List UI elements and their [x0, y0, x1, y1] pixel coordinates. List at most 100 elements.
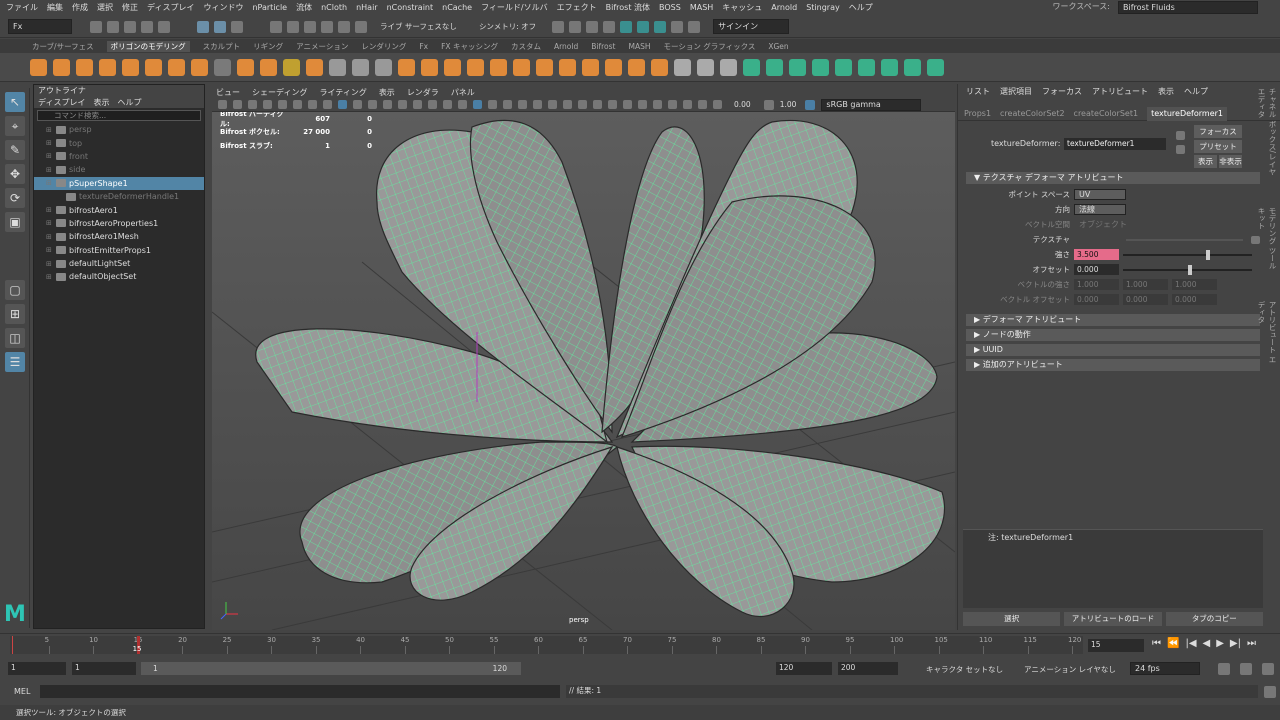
shelf-tab[interactable]: Fx [419, 42, 428, 51]
menu-item[interactable]: 修正 [122, 2, 138, 13]
attribute-editor-menu-item[interactable]: フォーカス [1042, 86, 1082, 97]
outliner-item[interactable]: ⊞ top [34, 136, 204, 149]
snap-surface-icon[interactable] [338, 20, 350, 33]
shelf-tool-icon[interactable] [260, 58, 277, 76]
side-tab[interactable]: チャネル ボックス/レイヤ エディタ [1257, 88, 1278, 177]
menu-item[interactable]: ヘルプ [849, 2, 873, 13]
texture-map-icon[interactable] [1251, 235, 1260, 244]
attribute-section[interactable]: ▶ 追加のアトリビュート [966, 359, 1260, 371]
focus-button[interactable]: フォーカス [1194, 125, 1242, 138]
expand-icon[interactable]: ⊞ [46, 166, 54, 174]
notes-panel[interactable]: 注: textureDeformer1 [963, 529, 1263, 608]
character-set-dropdown[interactable]: キャラクタ セットなし [926, 664, 1003, 675]
viewport-tool-icon[interactable] [413, 100, 422, 109]
new-scene-icon[interactable] [90, 20, 102, 33]
shelf-tab[interactable]: Bifrost [591, 42, 615, 51]
menu-item[interactable]: MASH [690, 3, 713, 12]
shelf-tool-icon[interactable] [858, 58, 875, 76]
start-time-field[interactable]: 1 [8, 662, 66, 675]
shelf-tool-icon[interactable] [398, 58, 415, 76]
preset-button[interactable]: プリセット [1194, 140, 1242, 153]
layout-four-icon[interactable]: ⊞ [5, 304, 25, 324]
render-view-icon[interactable] [552, 20, 565, 33]
pause-icon[interactable] [671, 20, 684, 33]
load-attributes-button[interactable]: アトリビュートのロード [1064, 612, 1162, 626]
outliner-item[interactable]: ⊞ front [34, 150, 204, 163]
preset-node-icon[interactable] [1176, 145, 1185, 154]
expand-icon[interactable]: ⊞ [46, 126, 54, 134]
undo-icon[interactable] [141, 20, 153, 33]
command-input[interactable] [40, 685, 560, 698]
shelf-tool-icon[interactable] [191, 58, 208, 76]
viewport-tool-icon[interactable] [218, 100, 227, 109]
offset-slider-knob[interactable] [1187, 264, 1192, 275]
shelf-tool-icon[interactable] [375, 58, 392, 76]
node-tab[interactable]: createColorSet1 [1074, 109, 1139, 118]
shelf-tab[interactable]: レンダリング [361, 41, 406, 52]
render-frame-icon[interactable] [569, 20, 582, 33]
copy-tab-button[interactable]: タブのコピー [1165, 612, 1263, 626]
auto-key-icon[interactable] [1218, 663, 1230, 675]
arnold-ipr-icon[interactable] [654, 20, 667, 33]
viewport-tool-icon[interactable] [518, 100, 527, 109]
node-tab[interactable]: Props1 [964, 109, 991, 118]
viewport-tool-icon[interactable] [458, 100, 467, 109]
play-forward-icon[interactable]: ▶ [1216, 638, 1224, 649]
outliner-search-input[interactable]: コマンド検索... [37, 110, 201, 121]
shelf-tab[interactable]: カーブ/サーフェス [32, 41, 94, 52]
exposure-value[interactable]: 0.00 [734, 100, 751, 109]
shelf-tab[interactable]: XGen [768, 42, 788, 51]
menu-item[interactable]: nCache [442, 3, 472, 12]
paint-select-icon[interactable]: ✎ [5, 140, 25, 160]
viewport-tool-icon[interactable] [608, 100, 617, 109]
viewport-tool-icon[interactable] [233, 100, 242, 109]
end-time-field[interactable]: 200 [838, 662, 898, 675]
attribute-editor-menu-item[interactable]: アトリビュート [1092, 86, 1148, 97]
color-management-icon[interactable] [805, 99, 816, 110]
gamma-value[interactable]: 1.00 [780, 100, 797, 109]
snap-view-icon[interactable] [321, 20, 333, 33]
shelf-tab[interactable]: アニメーション [296, 41, 348, 52]
point-space-dropdown[interactable]: UV [1074, 189, 1126, 200]
select-tool-icon[interactable]: ↖ [5, 92, 25, 112]
live-surface-label[interactable]: ライブ サーフェスなし [380, 21, 457, 32]
shelf-tool-icon[interactable] [582, 58, 599, 76]
hide-button[interactable]: 非表示 [1219, 155, 1242, 168]
menu-item[interactable]: 作成 [72, 2, 88, 13]
shelf-tab[interactable]: スカルプト [203, 41, 241, 52]
menu-item[interactable]: Arnold [771, 3, 797, 12]
playback-start-field[interactable]: 1 [72, 662, 136, 675]
viewport-tool-icon[interactable] [653, 100, 662, 109]
preferences-icon[interactable] [1262, 663, 1274, 675]
open-scene-icon[interactable] [107, 20, 119, 33]
menu-item[interactable]: 編集 [47, 2, 63, 13]
shelf-tool-icon[interactable] [766, 58, 783, 76]
menu-item[interactable]: フィールド/ソルバ [481, 2, 548, 13]
menu-item[interactable]: nParticle [252, 3, 287, 12]
viewport-tool-icon[interactable] [278, 100, 287, 109]
shelf-tool-icon[interactable] [651, 58, 668, 76]
viewport-tool-icon[interactable] [623, 100, 632, 109]
direction-dropdown[interactable]: 法線 [1074, 204, 1126, 215]
viewport-menu-item[interactable]: レンダラ [407, 87, 439, 98]
viewport-tool-icon[interactable] [398, 100, 407, 109]
strength-field[interactable]: 3.500 [1074, 249, 1119, 260]
menu-item[interactable]: 流体 [296, 2, 312, 13]
script-language-label[interactable]: MEL [14, 687, 30, 696]
shelf-tool-icon[interactable] [628, 58, 645, 76]
redo-icon[interactable] [158, 20, 170, 33]
shelf-tab[interactable]: カスタム [511, 41, 541, 52]
outliner-menu-item[interactable]: ヘルプ [117, 97, 141, 108]
anim-layer-dropdown[interactable]: アニメーション レイヤなし [1024, 664, 1116, 675]
outliner-menu-item[interactable]: 表示 [93, 97, 109, 108]
shelf-tool-icon[interactable] [605, 58, 622, 76]
shelf-tab[interactable]: FX キャッシング [441, 41, 498, 52]
viewport-tool-icon[interactable] [383, 100, 392, 109]
strength-slider[interactable] [1123, 249, 1252, 260]
shelf-tool-icon[interactable] [674, 58, 691, 76]
scale-tool-icon[interactable]: ▣ [5, 212, 25, 232]
signin-button[interactable]: サインイン [713, 19, 790, 34]
viewport-menu-item[interactable]: ビュー [216, 87, 240, 98]
strength-slider-knob[interactable] [1205, 249, 1210, 260]
playback-end-field[interactable]: 120 [776, 662, 832, 675]
